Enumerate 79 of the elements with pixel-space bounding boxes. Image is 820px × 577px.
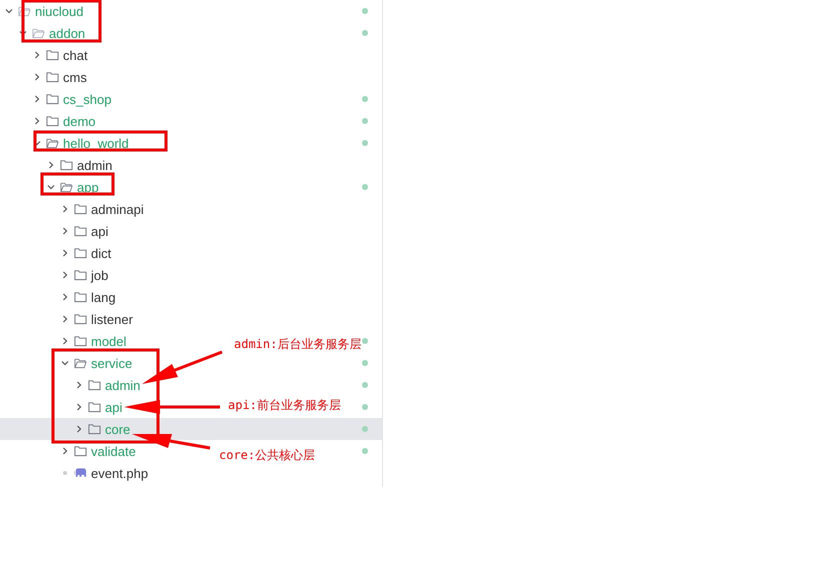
folder-icon: [46, 71, 59, 83]
open-folder-icon: [46, 137, 59, 149]
status-dot: [362, 184, 368, 190]
open-folder-icon: [32, 27, 45, 39]
file-name[interactable]: core: [105, 422, 130, 436]
chevron-icon[interactable]: [60, 270, 70, 280]
open-folder-icon: [18, 5, 31, 17]
file-name[interactable]: admin: [105, 378, 140, 392]
status-dot: [362, 30, 368, 36]
chevron-icon[interactable]: [32, 94, 42, 104]
folder-icon: [74, 225, 87, 237]
folder-icon: [88, 423, 101, 435]
file-name[interactable]: api: [105, 400, 122, 414]
open-folder-icon: [74, 357, 87, 369]
open-folder-icon: [60, 181, 73, 193]
status-dot: [362, 338, 368, 344]
file-name[interactable]: cs_shop: [63, 92, 112, 106]
folder-icon: [74, 335, 87, 347]
file-name[interactable]: cms: [63, 70, 87, 84]
chevron-icon[interactable]: [60, 358, 70, 368]
chevron-icon[interactable]: [60, 226, 70, 236]
chevron-icon[interactable]: [74, 402, 84, 412]
status-dot: [362, 404, 368, 410]
chevron-icon[interactable]: [32, 72, 42, 82]
file-name[interactable]: event.php: [91, 466, 148, 480]
file-name[interactable]: admin: [77, 158, 112, 172]
folder-icon: [74, 269, 87, 281]
chevron-icon[interactable]: [60, 292, 70, 302]
dot-icon: [63, 471, 67, 475]
folder-icon: [46, 115, 59, 127]
annotation-text: admin:后台业务服务层: [234, 337, 362, 351]
status-dot: [362, 360, 368, 366]
chevron-icon[interactable]: [60, 336, 70, 346]
folder-icon: [88, 379, 101, 391]
status-dot: [362, 118, 368, 124]
file-name[interactable]: service: [91, 356, 132, 370]
chevron-icon[interactable]: [60, 446, 70, 456]
file-name[interactable]: adminapi: [91, 202, 144, 216]
annotation-text: api:前台业务服务层: [228, 398, 341, 412]
folder-icon: [74, 313, 87, 325]
chevron-icon[interactable]: [32, 116, 42, 126]
file-name[interactable]: api: [91, 224, 108, 238]
file-name[interactable]: hello_world: [63, 136, 129, 150]
status-dot: [362, 426, 368, 432]
file-name[interactable]: dict: [91, 246, 112, 260]
file-name[interactable]: listener: [91, 312, 133, 326]
file-name[interactable]: demo: [63, 114, 96, 128]
file-name[interactable]: chat: [63, 48, 88, 62]
annotation-text: core:公共核心层: [219, 448, 316, 462]
file-name[interactable]: job: [91, 268, 108, 282]
chevron-icon[interactable]: [60, 314, 70, 324]
chevron-icon[interactable]: [74, 380, 84, 390]
folder-icon: [46, 93, 59, 105]
chevron-icon[interactable]: [60, 204, 70, 214]
folder-icon: [74, 445, 87, 457]
file-name[interactable]: model: [91, 334, 126, 348]
chevron-icon[interactable]: [4, 6, 14, 16]
status-dot: [362, 8, 368, 14]
folder-icon: [60, 159, 73, 171]
selected-row[interactable]: core: [0, 418, 382, 440]
chevron-icon[interactable]: [60, 248, 70, 258]
file-name[interactable]: lang: [91, 290, 116, 304]
chevron-icon[interactable]: [74, 424, 84, 434]
status-dot: [362, 382, 368, 388]
folder-icon: [74, 247, 87, 259]
chevron-icon[interactable]: [32, 50, 42, 60]
folder-icon: [74, 291, 87, 303]
folder-icon: [46, 49, 59, 61]
folder-icon: [88, 401, 101, 413]
folder-icon: [74, 203, 87, 215]
elephant-icon: [74, 467, 87, 479]
file-name[interactable]: niucloud: [35, 4, 84, 18]
status-dot: [362, 96, 368, 102]
status-dot: [362, 448, 368, 454]
chevron-icon[interactable]: [46, 182, 56, 192]
status-dot: [362, 140, 368, 146]
chevron-icon[interactable]: [46, 160, 56, 170]
file-name[interactable]: addon: [49, 26, 86, 40]
file-name[interactable]: validate: [91, 444, 136, 458]
